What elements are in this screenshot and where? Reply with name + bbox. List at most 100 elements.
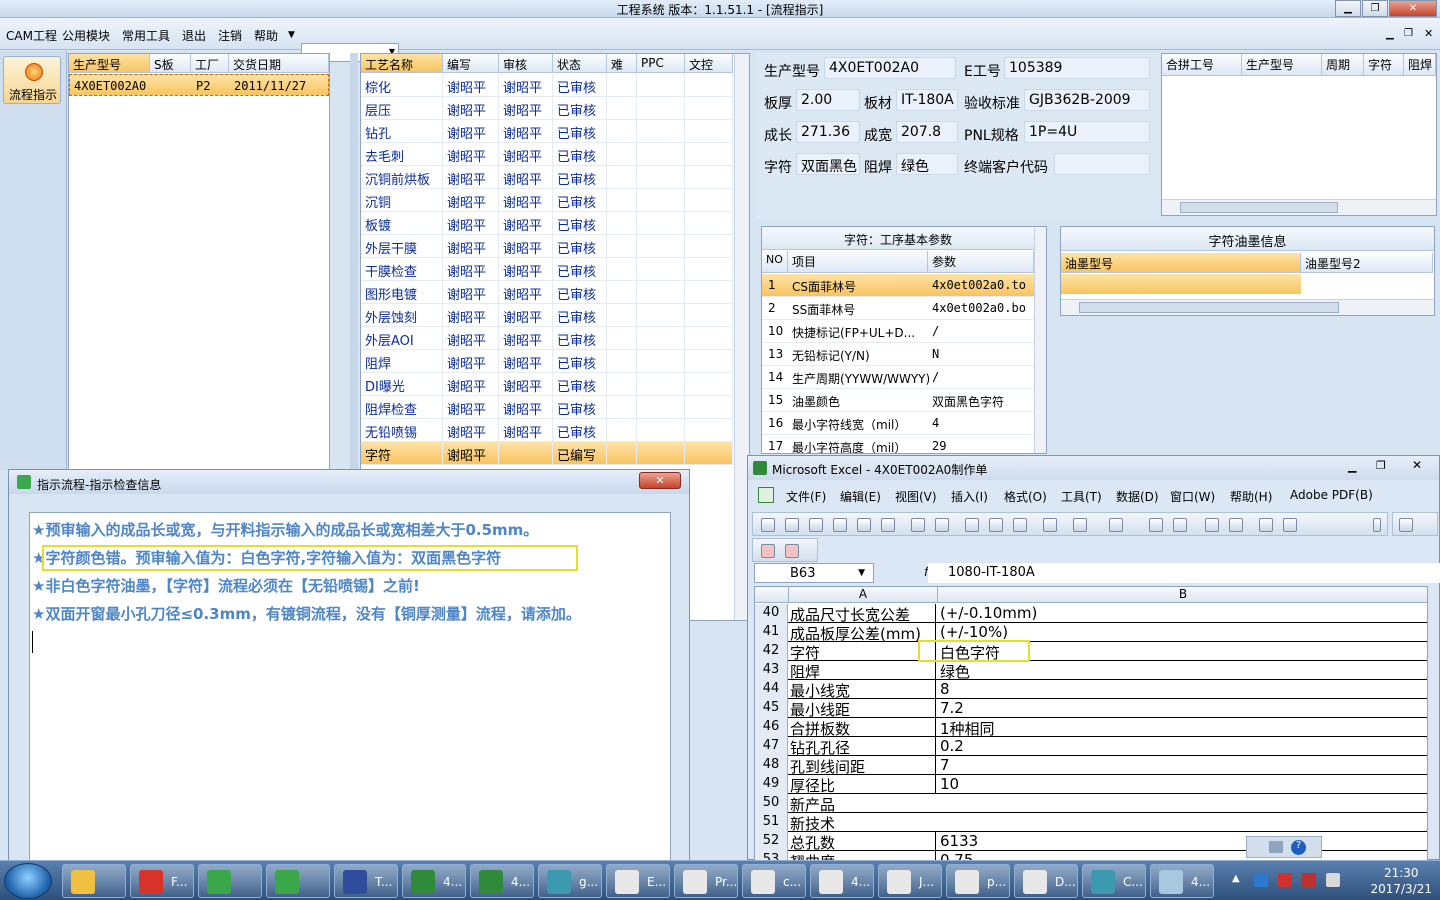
mdi-close-icon[interactable]: ✕ [1424, 27, 1433, 40]
process-row[interactable]: 图形电镀 谢昭平 谢昭平 已审核 [361, 281, 733, 304]
excel-menu-data[interactable]: 数据(D) [1116, 488, 1159, 505]
process-row[interactable]: 字符 谢昭平 已编写 [361, 442, 733, 465]
taskbar-item[interactable] [198, 864, 262, 898]
row-number[interactable]: 49 [755, 775, 788, 794]
convert-pdf-icon[interactable] [761, 544, 775, 558]
sheet-row[interactable]: 47 钻孔孔径 0.2 [755, 737, 1427, 757]
param-row[interactable]: 2 SS面菲林号 4x0et002a0.bo [762, 297, 1034, 320]
save-icon[interactable] [809, 518, 823, 532]
process-row[interactable]: 层压 谢昭平 谢昭平 已审核 [361, 97, 733, 120]
width-field[interactable]: 207.8 [896, 121, 958, 143]
param-scrollbar[interactable] [1034, 227, 1046, 453]
pnl-field[interactable]: 1P=4U [1024, 121, 1150, 143]
flow-instruction-button[interactable]: 流程指示 [3, 56, 61, 104]
menu-logout[interactable]: 注销 [218, 27, 242, 44]
customer-code-field[interactable] [1054, 153, 1150, 175]
table-row[interactable]: 4X0ET002A0 P2 2011/11/27 [69, 74, 329, 96]
row-number[interactable]: 41 [755, 623, 788, 642]
redo-icon[interactable] [1109, 518, 1123, 532]
restore-icon[interactable]: ❐ [1376, 459, 1386, 472]
param-row[interactable]: 15 油墨颜色 双面黑色字符 [762, 389, 1034, 412]
material-field[interactable]: IT-180A [896, 89, 958, 111]
col-process-name[interactable]: 工艺名称 [361, 54, 443, 73]
sheet-row[interactable]: 41 成品板厚公差(mm) (+/-10%) [755, 623, 1427, 643]
copy-icon[interactable] [989, 518, 1003, 532]
row-number[interactable]: 42 [755, 642, 788, 661]
row-number[interactable]: 47 [755, 737, 788, 756]
tray-volume-icon[interactable] [1326, 873, 1340, 887]
col-ink-model-2[interactable]: 油墨型号2 [1301, 253, 1433, 273]
hyperlink-icon[interactable] [1149, 518, 1163, 532]
select-all[interactable] [755, 587, 789, 603]
col-status[interactable]: 状态 [553, 54, 607, 73]
taskbar-item[interactable]: 4... [810, 864, 874, 898]
process-row[interactable]: 板镀 谢昭平 谢昭平 已审核 [361, 212, 733, 235]
cut-icon[interactable] [965, 518, 979, 532]
process-row[interactable]: 钻孔 谢昭平 谢昭平 已审核 [361, 120, 733, 143]
process-row[interactable]: 外层蚀刻 谢昭平 谢昭平 已审核 [361, 304, 733, 327]
col-merge-no[interactable]: 合拼工号 [1162, 54, 1242, 76]
print-icon[interactable] [857, 518, 871, 532]
paste-icon[interactable] [1013, 518, 1027, 532]
menu-tools[interactable]: 常用工具 [122, 27, 170, 44]
taskbar-item[interactable]: J... [878, 864, 942, 898]
taskbar-item[interactable]: p... [946, 864, 1010, 898]
col-no[interactable]: NO [762, 251, 788, 273]
model-field[interactable]: 4X0ET002A0 [824, 57, 956, 79]
col-difficulty[interactable]: 难 [607, 54, 637, 73]
taskbar-item[interactable]: E... [606, 864, 670, 898]
sort-desc-icon[interactable] [1229, 518, 1243, 532]
param-row[interactable]: 10 快捷标记(FP+UL+D... / [762, 320, 1034, 343]
clock[interactable]: 21:30 2017/3/21 [1370, 865, 1432, 897]
excel-menu-help[interactable]: 帮助(H) [1230, 488, 1272, 505]
process-row[interactable]: 阻焊检查 谢昭平 谢昭平 已审核 [361, 396, 733, 419]
menu-exit[interactable]: 退出 [182, 27, 206, 44]
col-merge-cycle[interactable]: 周期 [1322, 54, 1364, 76]
taskbar-item[interactable]: c... [742, 864, 806, 898]
taskbar-item[interactable]: g... [538, 864, 602, 898]
excel-menu-insert[interactable]: 插入(I) [951, 488, 988, 505]
close-button[interactable]: ✕ [1389, 0, 1437, 17]
char-field[interactable]: 双面黑色 [796, 153, 860, 175]
col-doc-control[interactable]: 文控 [685, 54, 733, 73]
new-icon[interactable] [761, 518, 775, 532]
excel-menu-file[interactable]: 文件(F) [786, 488, 826, 505]
dialog-close-button[interactable]: ✕ [639, 472, 681, 489]
row-number[interactable]: 48 [755, 756, 788, 775]
taskbar-item[interactable]: T... [334, 864, 398, 898]
row-number[interactable]: 44 [755, 680, 788, 699]
col-reviewer[interactable]: 审核 [499, 54, 553, 73]
process-row[interactable]: 去毛刺 谢昭平 谢昭平 已审核 [361, 143, 733, 166]
spelling-icon[interactable] [911, 518, 925, 532]
mdi-minimize-icon[interactable]: ▁ [1386, 29, 1394, 40]
col-date[interactable]: 交货日期 [229, 54, 329, 73]
taskbar-item[interactable]: 4... [1150, 864, 1214, 898]
col-factory[interactable]: 工厂 [191, 54, 229, 73]
close-icon[interactable]: ✕ [1412, 458, 1422, 472]
excel-menu-tools[interactable]: 工具(T) [1061, 488, 1102, 505]
workbook-icon[interactable] [758, 487, 774, 503]
row-number[interactable]: 40 [755, 604, 788, 623]
sheet-row[interactable]: 43 阻焊 绿色 [755, 661, 1427, 681]
row-number[interactable]: 50 [755, 794, 788, 813]
sheet-row[interactable]: 44 最小线宽 8 [755, 680, 1427, 700]
ime-toolbar[interactable]: ? [1246, 836, 1322, 858]
ink-hscrollbar[interactable] [1061, 299, 1434, 315]
param-row[interactable]: 13 无铅标记(Y/N) N [762, 343, 1034, 366]
col-merge-char[interactable]: 字符 [1364, 54, 1404, 76]
scroll-thumb[interactable] [1079, 302, 1339, 313]
row-number[interactable]: 46 [755, 718, 788, 737]
excel-menu-window[interactable]: 窗口(W) [1170, 488, 1215, 505]
sheet-row[interactable]: 40 成品尺寸长宽公差 (+/-0.10mm) [755, 604, 1427, 624]
tray-expand-icon[interactable]: ▲ [1232, 873, 1246, 887]
chart-wizard-icon[interactable] [1259, 518, 1273, 532]
taskbar-item[interactable] [62, 864, 126, 898]
col-merge-model[interactable]: 生产型号 [1242, 54, 1322, 76]
taskbar-item[interactable]: 4... [470, 864, 534, 898]
autosum-icon[interactable] [1173, 518, 1187, 532]
message-box[interactable]: ★预审输入的成品长或宽，与开料指示输入的成品长或宽相差大于0.5mm。 ★字符颜… [29, 512, 671, 870]
taskbar-item[interactable]: F... [130, 864, 194, 898]
merge-hscrollbar[interactable] [1162, 199, 1436, 215]
process-row[interactable]: DI曝光 谢昭平 谢昭平 已审核 [361, 373, 733, 396]
menu-common-module[interactable]: 公用模块 [62, 27, 110, 44]
